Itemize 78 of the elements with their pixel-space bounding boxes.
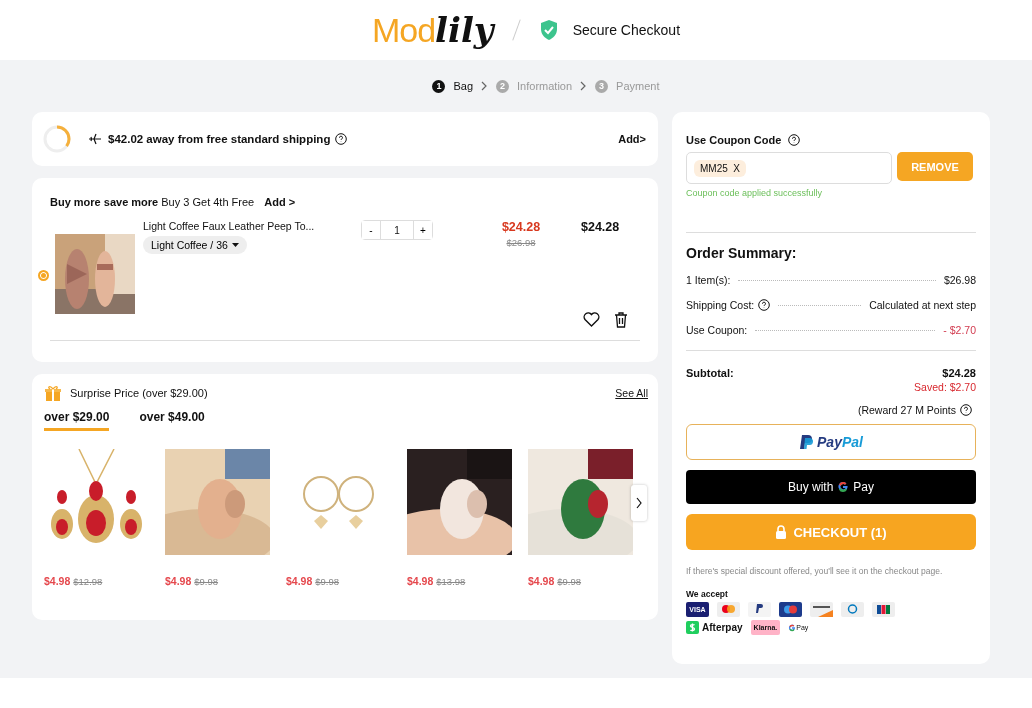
chevron-right-icon bbox=[580, 81, 588, 91]
step-number: 3 bbox=[595, 79, 609, 93]
free-shipping-text: $42.02 away from free standard shipping bbox=[108, 133, 331, 145]
saved-amount: Saved: $2.70 bbox=[914, 381, 976, 393]
original-price: $9.98 bbox=[315, 576, 340, 587]
lock-icon bbox=[775, 525, 788, 539]
caret-icon bbox=[231, 243, 239, 247]
secure-checkout-text: Secure Checkout bbox=[572, 22, 681, 38]
product-name[interactable]: Light Coffee Faux Leather Peep To... bbox=[143, 220, 353, 232]
diners-logo bbox=[841, 602, 864, 617]
sale-price: $4.98 bbox=[286, 575, 313, 587]
chevron-right-icon bbox=[636, 497, 642, 509]
price-tab[interactable]: over $49.00 bbox=[139, 410, 205, 431]
step-number: 2 bbox=[496, 79, 510, 93]
help-icon[interactable] bbox=[758, 299, 771, 311]
chevron-right-icon bbox=[481, 81, 489, 91]
heart-icon[interactable] bbox=[583, 312, 600, 327]
google-g-icon bbox=[788, 623, 797, 632]
shipping-progress-ring bbox=[42, 124, 72, 154]
reward-points-text: (Reward 27 M Points bbox=[857, 404, 956, 416]
step-number: 1 bbox=[432, 79, 446, 93]
original-price: $13.98 bbox=[436, 576, 466, 587]
summary-value: Calculated at next step bbox=[869, 299, 976, 311]
help-icon[interactable] bbox=[335, 133, 348, 145]
select-radio[interactable] bbox=[38, 269, 49, 281]
summary-label: 1 Item(s): bbox=[686, 274, 731, 286]
coupon-success-message: Coupon code applied successfully bbox=[686, 188, 824, 198]
order-summary-title: Order Summary: bbox=[686, 245, 798, 261]
google-g-icon bbox=[837, 481, 850, 493]
afterpay-logo: Afterpay bbox=[686, 620, 743, 635]
summary-label: Use Coupon: bbox=[686, 324, 748, 336]
google-pay-button[interactable]: Buy with Pay bbox=[686, 470, 976, 504]
paypal-icon bbox=[799, 434, 814, 450]
subtotal-label: Subtotal: bbox=[686, 367, 734, 381]
summary-label: Shipping Cost: bbox=[686, 299, 755, 311]
promotion-text: Buy more save more Buy 3 Get 4th Free bbox=[50, 196, 255, 208]
original-price: $9.98 bbox=[194, 576, 219, 587]
gift-box-icon bbox=[44, 384, 62, 402]
original-price: $9.98 bbox=[557, 576, 582, 587]
we-accept-label: We accept bbox=[686, 589, 729, 599]
dollar-icon bbox=[686, 621, 699, 634]
sale-price: $24.28 bbox=[501, 220, 541, 234]
see-all-link[interactable]: See All bbox=[615, 387, 648, 399]
add-link[interactable]: Add> bbox=[618, 133, 646, 145]
maestro-logo bbox=[779, 602, 802, 617]
original-price: $26.98 bbox=[506, 237, 536, 248]
summary-value: - $2.70 bbox=[943, 324, 976, 336]
next-button[interactable] bbox=[631, 485, 647, 521]
modlily-logo[interactable]: Modlily bbox=[371, 10, 494, 50]
subtotal-value: $24.28 bbox=[942, 367, 976, 379]
sale-price: $4.98 bbox=[407, 575, 434, 587]
step-label: Bag bbox=[453, 80, 474, 92]
step-label: Information bbox=[517, 80, 573, 92]
coupon-field[interactable]: MM25 X bbox=[686, 152, 892, 184]
variant-dropdown[interactable]: Light Coffee / 36 bbox=[143, 236, 247, 254]
airplane-icon bbox=[88, 132, 102, 146]
shield-check-icon bbox=[538, 19, 559, 41]
coupon-chip[interactable]: MM25 X bbox=[694, 159, 747, 177]
help-icon[interactable] bbox=[960, 404, 972, 416]
mastercard-logo bbox=[717, 602, 740, 617]
help-icon[interactable] bbox=[788, 134, 801, 146]
add-link[interactable]: Add > bbox=[264, 196, 296, 208]
surprise-price-title: Surprise Price (over $29.00) bbox=[70, 387, 208, 399]
trash-icon[interactable] bbox=[614, 312, 628, 328]
jcb-logo bbox=[872, 602, 895, 617]
sale-price: $4.98 bbox=[44, 575, 71, 587]
step-label: Payment bbox=[616, 80, 660, 92]
item-total: $24.28 bbox=[581, 220, 620, 234]
coupon-label: Use Coupon Code bbox=[686, 134, 782, 146]
paypal-logo bbox=[748, 602, 771, 617]
summary-value: $26.98 bbox=[943, 274, 976, 286]
price-tab[interactable]: over $29.00 bbox=[44, 410, 110, 431]
discount-note: If there's special discount offered, you'll see it on the checkout page. bbox=[686, 566, 944, 576]
discover-logo bbox=[810, 602, 833, 617]
paypal-button[interactable]: PayPal bbox=[686, 424, 976, 460]
sale-price: $4.98 bbox=[165, 575, 192, 587]
sale-price: $4.98 bbox=[528, 575, 555, 587]
original-price: $12.98 bbox=[73, 576, 103, 587]
